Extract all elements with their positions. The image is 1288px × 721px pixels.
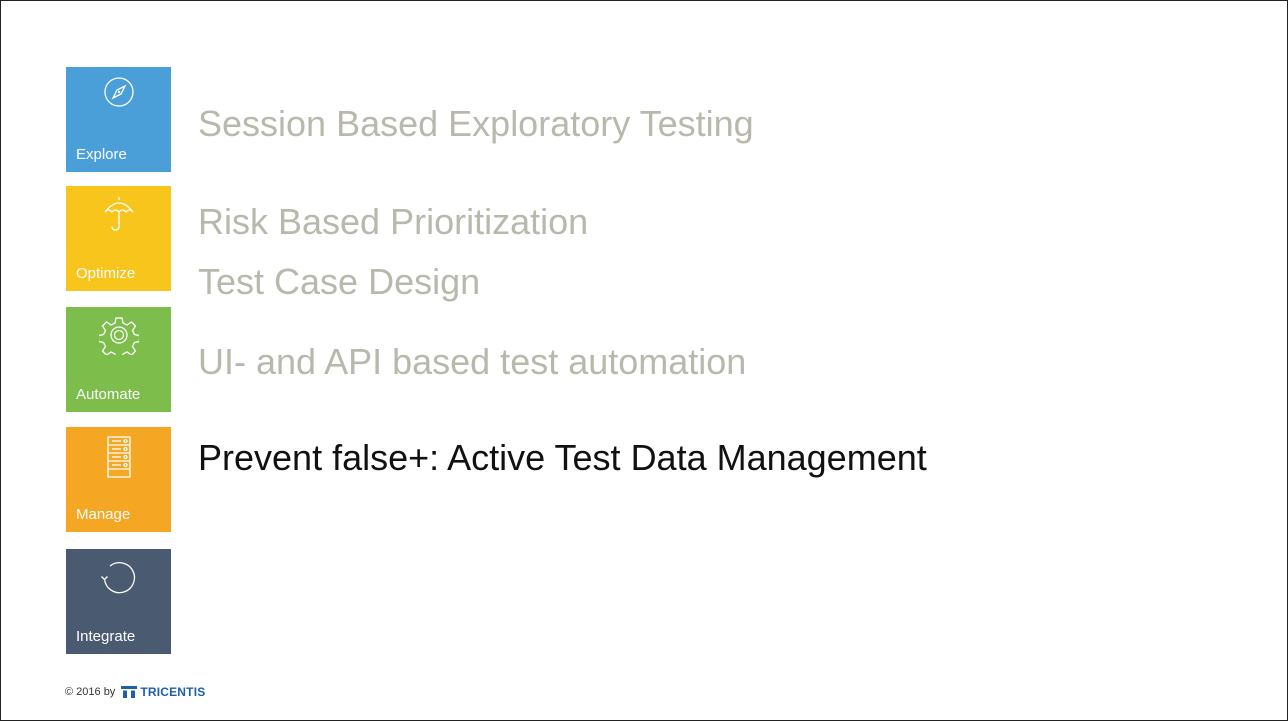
copyright-text: © 2016 by bbox=[65, 686, 116, 698]
topic-line: Test Case Design bbox=[198, 261, 481, 302]
tricentis-logo: TRICENTIS bbox=[121, 685, 205, 699]
tile-label: Optimize bbox=[76, 265, 136, 282]
tile-integrate: Integrate bbox=[66, 549, 171, 654]
compass-icon bbox=[66, 75, 171, 137]
tricentis-logo-icon bbox=[121, 686, 138, 698]
tile-label: Automate bbox=[76, 386, 141, 403]
slide: Explore Optimize Automate Manage Integra… bbox=[0, 0, 1288, 721]
topic-line: Risk Based Prioritization bbox=[198, 201, 589, 242]
gear-icon bbox=[66, 315, 171, 377]
tile-label: Manage bbox=[76, 506, 131, 523]
tile-manage: Manage bbox=[66, 427, 171, 532]
tile-label: Explore bbox=[76, 146, 127, 163]
cycle-icon bbox=[66, 557, 171, 619]
tile-optimize: Optimize bbox=[66, 186, 171, 291]
tile-label: Integrate bbox=[76, 628, 136, 645]
tile-automate: Automate bbox=[66, 307, 171, 412]
server-icon bbox=[66, 435, 171, 497]
umbrella-icon bbox=[66, 194, 171, 256]
topic-line: Session Based Exploratory Testing bbox=[198, 103, 754, 144]
topic-line: UI- and API based test automation bbox=[198, 341, 747, 382]
topic-line-active: Prevent false+: Active Test Data Managem… bbox=[198, 437, 927, 478]
tile-explore: Explore bbox=[66, 67, 171, 172]
footer: © 2016 by TRICENTIS bbox=[65, 685, 205, 699]
logo-text: TRICENTIS bbox=[140, 685, 206, 699]
